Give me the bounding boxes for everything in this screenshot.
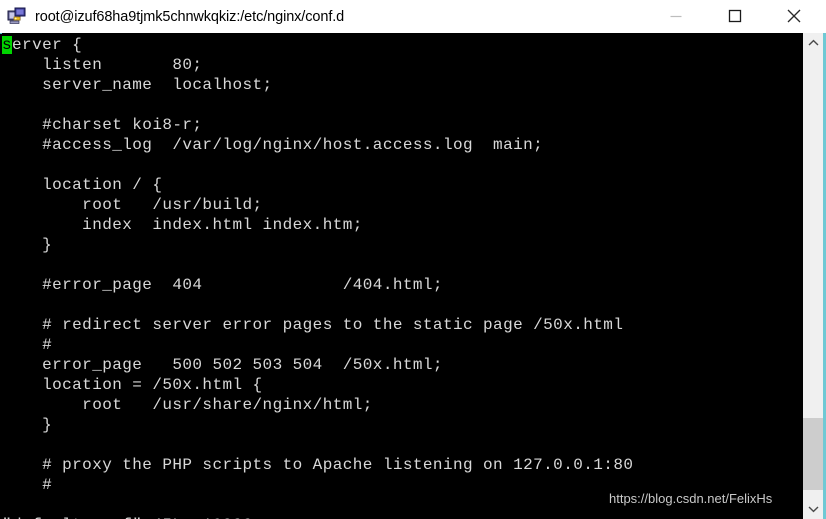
window-title: root@izuf68ha9tjmk5chnwkqkiz:/etc/nginx/…: [35, 8, 345, 25]
terminal-line: index index.html index.htm;: [2, 216, 363, 234]
vertical-scrollbar[interactable]: [803, 33, 823, 519]
maximize-button[interactable]: [712, 0, 758, 32]
terminal-line: #charset koi8-r;: [2, 116, 203, 134]
scroll-down-arrow-icon[interactable]: [803, 499, 823, 519]
scrollbar-thumb[interactable]: [803, 418, 823, 490]
terminal-line: location / {: [2, 176, 163, 194]
terminal-line: error_page 500 502 503 504 /50x.html;: [2, 356, 443, 374]
terminal-line: location = /50x.html {: [2, 376, 263, 394]
terminal-line: root /usr/build;: [2, 196, 263, 214]
window-titlebar[interactable]: root@izuf68ha9tjmk5chnwkqkiz:/etc/nginx/…: [0, 0, 826, 33]
maximize-icon: [728, 9, 742, 23]
putty-terminal-window: root@izuf68ha9tjmk5chnwkqkiz:/etc/nginx/…: [0, 0, 826, 519]
terminal-line: # redirect server error pages to the sta…: [2, 316, 624, 334]
terminal-line: root /usr/share/nginx/html;: [2, 396, 373, 414]
terminal-line: #error_page 404 /404.html;: [2, 276, 443, 294]
terminal-cursor: s: [2, 36, 13, 54]
terminal-line: # proxy the PHP scripts to Apache listen…: [2, 456, 634, 474]
terminal-line: #access_log /var/log/nginx/host.access.l…: [2, 136, 544, 154]
terminal-line: }: [2, 416, 53, 434]
minimize-button[interactable]: [653, 0, 699, 32]
terminal-line: #: [2, 476, 53, 494]
close-icon: [787, 9, 801, 23]
terminal-line: server {: [2, 36, 83, 54]
minimize-icon: [670, 15, 682, 18]
vim-status-line: "default.conf" 45L, 1082C: [2, 515, 253, 519]
terminal-line: server_name localhost;: [2, 76, 273, 94]
putty-app-icon: [7, 7, 27, 27]
terminal-screen[interactable]: server { listen 80; server_name localhos…: [0, 33, 826, 519]
terminal-line: #: [2, 336, 53, 354]
scroll-up-arrow-icon[interactable]: [803, 33, 823, 53]
terminal-text-area[interactable]: server { listen 80; server_name localhos…: [0, 34, 803, 519]
terminal-line: listen 80;: [2, 56, 203, 74]
close-button[interactable]: [771, 0, 817, 32]
terminal-line: }: [2, 236, 53, 254]
